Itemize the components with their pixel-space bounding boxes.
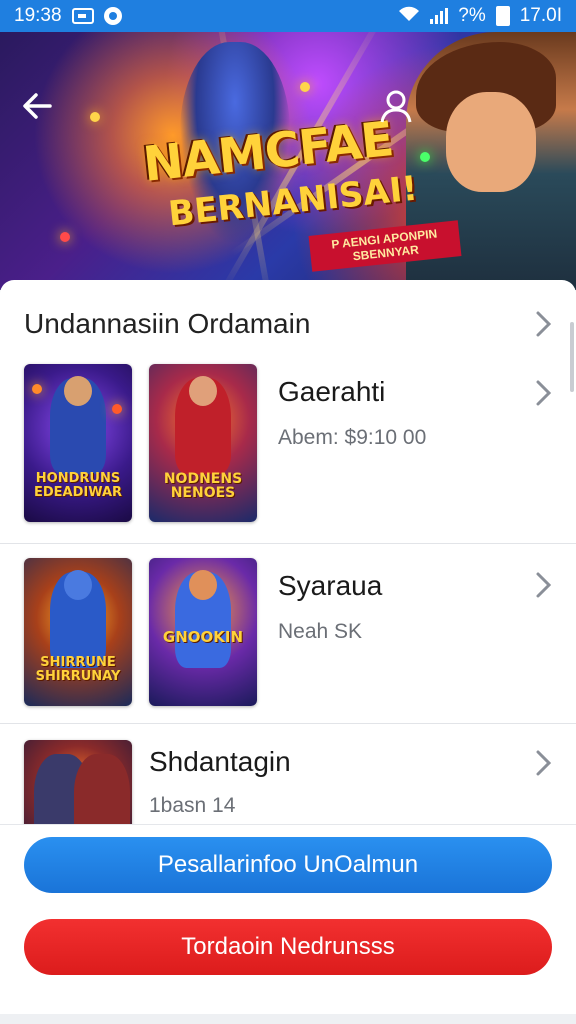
- game-thumbnail[interactable]: GNOOKIN: [149, 558, 257, 706]
- chevron-right-icon: [536, 572, 552, 598]
- item-title: Shdantagin: [149, 746, 291, 777]
- user-icon: [380, 90, 412, 123]
- chevron-right-icon: [536, 311, 552, 337]
- section-header[interactable]: Undannasiin Ordamain: [24, 306, 554, 342]
- battery-percent: ?%: [458, 5, 486, 26]
- content-card: Undannasiin Ordamain HONDRUNS EDEADIWAR …: [0, 280, 576, 840]
- item-subtitle: Neah SK: [278, 620, 363, 643]
- message-icon: [71, 8, 94, 24]
- shield-icon: [103, 7, 122, 25]
- item-title: Syaraua: [278, 570, 383, 601]
- signal-icon: [430, 8, 449, 24]
- arrow-left-icon: [23, 93, 52, 119]
- back-button[interactable]: [20, 88, 56, 124]
- game-thumbnail[interactable]: SHIRRUNE SHIRRUNAY: [24, 558, 132, 706]
- game-thumbnail[interactable]: NODNENS NENOES: [149, 364, 257, 522]
- primary-button[interactable]: Pesallarinfoo UnOalmun: [24, 837, 552, 893]
- status-time: 19:38: [14, 5, 62, 26]
- list-item[interactable]: SHIRRUNE SHIRRUNAY GNOOKIN Syaraua Neah …: [0, 558, 576, 724]
- list-item[interactable]: HONDRUNS EDEADIWAR NODNENS NENOES Gaerah…: [0, 364, 576, 544]
- status-bar: 19:38 ?% 17.0I: [0, 0, 576, 32]
- profile-button[interactable]: [376, 86, 416, 126]
- game-thumbnail[interactable]: HONDRUNS EDEADIWAR: [24, 364, 132, 522]
- item-title: Gaerahti: [278, 376, 386, 407]
- hero-banner: NAMCFAE BERNANISAI! P AENGI APONPIN SBEN…: [0, 32, 576, 290]
- danger-button[interactable]: Tordaoin Nedrunsss: [24, 919, 552, 975]
- chevron-right-icon: [536, 750, 552, 776]
- wifi-icon: [398, 6, 420, 27]
- section-title: Undannasiin Ordamain: [24, 308, 311, 339]
- battery-icon: [495, 6, 510, 26]
- item-subtitle: 1basn 14: [149, 794, 236, 817]
- item-subtitle: Abem: $9:10 00: [278, 426, 427, 449]
- status-clock: 17.0I: [519, 5, 562, 26]
- chevron-right-icon: [536, 380, 552, 406]
- action-footer: Pesallarinfoo UnOalmun Tordaoin Nedrunss…: [0, 824, 576, 1014]
